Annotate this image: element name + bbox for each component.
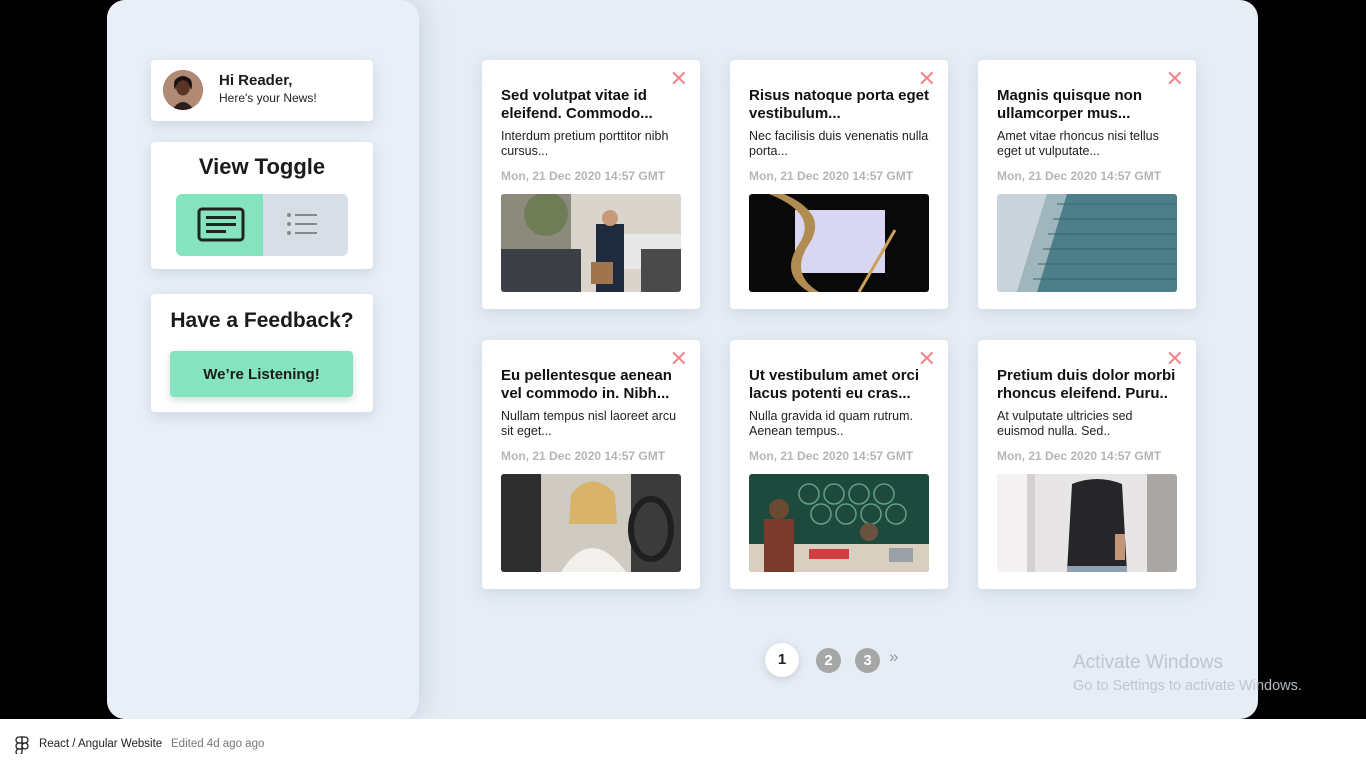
news-description: Amet vitae rhoncus nisi tellus eget ut v… [997, 129, 1159, 158]
news-card[interactable]: ✕ Pretium duis dolor morbi rhoncus eleif… [978, 340, 1196, 589]
feedback-card: Have a Feedback? We’re Listening! [151, 294, 373, 412]
news-description: At vulputate ultricies sed euismod nulla… [997, 409, 1133, 438]
view-toggle-card: View Toggle [151, 142, 373, 269]
avatar [163, 70, 203, 110]
news-title: Magnis quisque non ullamcorper mus... [997, 87, 1142, 122]
feedback-button[interactable]: We’re Listening! [170, 351, 353, 397]
activate-windows-watermark: Activate Windows Go to Settings to activ… [1073, 652, 1302, 694]
edited-timestamp: Edited 4d ago ago [171, 738, 265, 750]
page-2-button[interactable]: 2 [816, 648, 841, 673]
news-date: Mon, 21 Dec 2020 14:57 GMT [501, 449, 666, 463]
watermark-subtitle: Go to Settings to activate Windows. [1073, 678, 1302, 694]
list-view-button[interactable] [263, 194, 348, 256]
feedback-title: Have a Feedback? [170, 309, 354, 332]
greeting-subtitle: Here's your News! [219, 91, 317, 105]
page-1-button[interactable]: 1 [765, 643, 799, 677]
news-image [997, 474, 1177, 572]
news-card[interactable]: ✕ Sed volutpat vitae id eleifend. Commod… [482, 60, 700, 309]
greeting-card: Hi Reader, Here's your News! [151, 60, 373, 121]
news-date: Mon, 21 Dec 2020 14:57 GMT [501, 169, 666, 183]
news-date: Mon, 21 Dec 2020 14:57 GMT [997, 169, 1162, 183]
news-card[interactable]: ✕ Magnis quisque non ullamcorper mus... … [978, 60, 1196, 309]
news-description: Nullam tempus nisl laoreet arcu sit eget… [501, 409, 677, 438]
news-image [749, 194, 929, 292]
next-page-icon[interactable]: » [889, 647, 898, 667]
news-card[interactable]: ✕ Risus natoque porta eget vestibulum...… [730, 60, 948, 309]
file-name-link[interactable]: React / Angular Website [39, 738, 162, 750]
news-title: Sed volutpat vitae id eleifend. Commodo.… [501, 87, 653, 122]
news-description: Interdum pretium porttitor nibh cursus..… [501, 129, 669, 158]
news-image [749, 474, 929, 572]
greeting-title: Hi Reader, [219, 72, 293, 89]
news-date: Mon, 21 Dec 2020 14:57 GMT [997, 449, 1162, 463]
news-title: Ut vestibulum amet orci lacus potenti eu… [749, 367, 920, 402]
news-title: Risus natoque porta eget vestibulum... [749, 87, 930, 122]
card-view-icon [197, 207, 245, 242]
news-card[interactable]: ✕ Eu pellentesque aenean vel commodo in.… [482, 340, 700, 589]
news-description: Nulla gravida id quam rutrum. Aenean tem… [749, 409, 913, 438]
news-title: Pretium duis dolor morbi rhoncus eleifen… [997, 367, 1176, 402]
news-title: Eu pellentesque aenean vel commodo in. N… [501, 367, 672, 402]
news-image [501, 194, 681, 292]
watermark-title: Activate Windows [1073, 652, 1223, 673]
card-view-button[interactable] [176, 194, 263, 256]
page-3-button[interactable]: 3 [855, 648, 880, 673]
figma-icon[interactable] [15, 736, 29, 754]
sidebar: Hi Reader, Here's your News! View Toggle [107, 0, 419, 719]
news-date: Mon, 21 Dec 2020 14:57 GMT [749, 449, 914, 463]
view-toggle-title: View Toggle [198, 154, 326, 179]
list-view-icon [287, 213, 317, 235]
app-frame: Hi Reader, Here's your News! View Toggle [107, 0, 1258, 719]
news-card[interactable]: ✕ Ut vestibulum amet orci lacus potenti … [730, 340, 948, 589]
news-date: Mon, 21 Dec 2020 14:57 GMT [749, 169, 914, 183]
news-image [501, 474, 681, 572]
figma-footer: React / Angular Website Edited 4d ago ag… [0, 719, 1366, 768]
news-image [997, 194, 1177, 292]
news-description: Nec facilisis duis venenatis nulla porta… [749, 129, 929, 158]
